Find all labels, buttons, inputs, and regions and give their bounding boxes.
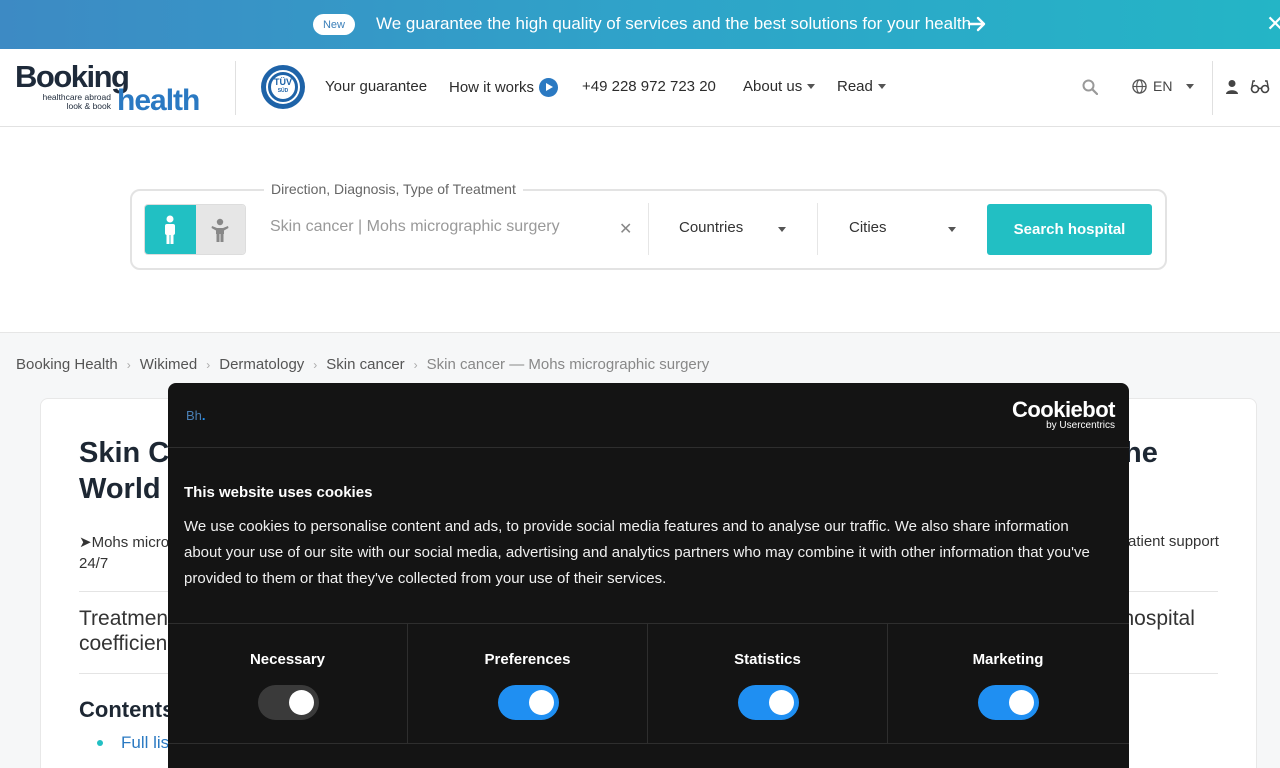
nav-read[interactable]: Read	[837, 78, 886, 95]
intro-text-line2: 24/7	[79, 555, 109, 572]
breadcrumb-current: Skin cancer — Mohs micrographic surgery	[426, 356, 710, 373]
booking-health-logo[interactable]: Booking healthcare abroad look & book hea…	[15, 59, 215, 119]
adult-icon	[165, 215, 176, 244]
child-toggle[interactable]	[195, 205, 245, 254]
caret-down-icon	[807, 84, 816, 89]
divider	[168, 447, 1129, 448]
category-marketing: Marketing	[888, 624, 1128, 744]
nav-about-us[interactable]: About us	[743, 78, 816, 95]
divider	[648, 203, 649, 255]
nav-how-it-works[interactable]: How it works	[449, 78, 559, 97]
caret-down-icon	[778, 227, 786, 232]
tuv-badge[interactable]: TÜV SÜD	[261, 65, 305, 109]
nav-your-guarantee[interactable]: Your guarantee	[325, 78, 427, 95]
cookie-consent-dialog: Bh. Cookiebot by Usercentrics This websi…	[168, 383, 1129, 768]
category-necessary: Necessary	[168, 624, 408, 744]
intro-text: ➤Mohs micro	[79, 534, 170, 551]
intro-text-end: atient support	[1128, 533, 1219, 550]
caret-down-icon	[1186, 83, 1195, 89]
banner-text[interactable]: We guarantee the high quality of service…	[376, 14, 971, 34]
cookiebot-logo[interactable]: Cookiebot by Usercentrics	[1003, 397, 1116, 431]
divider	[235, 61, 236, 115]
search-icon[interactable]	[1082, 79, 1098, 95]
adult-toggle[interactable]	[145, 205, 196, 254]
treatment-text-line2: coefficien	[79, 632, 168, 655]
language-selector[interactable]: EN	[1132, 78, 1195, 94]
statistics-toggle[interactable]	[738, 685, 799, 720]
breadcrumb: Booking Health › Wikimed › Dermatology ›…	[16, 356, 709, 373]
chevron-right-icon: ›	[413, 357, 418, 372]
page-title-end: he	[1124, 437, 1158, 469]
category-statistics: Statistics	[648, 624, 888, 744]
glasses-icon[interactable]	[1250, 79, 1270, 95]
treatment-text: Treatmen	[79, 607, 169, 630]
countries-select[interactable]: Countries	[679, 219, 789, 236]
divider	[1212, 61, 1213, 115]
breadcrumb-item[interactable]: Skin cancer	[326, 356, 404, 373]
play-icon	[539, 78, 559, 97]
category-preferences: Preferences	[408, 624, 648, 744]
preferences-toggle[interactable]	[498, 685, 559, 720]
bullet-icon	[97, 740, 103, 746]
announcement-banner[interactable]: New We guarantee the high quality of ser…	[0, 0, 1280, 49]
marketing-toggle[interactable]	[978, 685, 1039, 720]
caret-down-icon	[948, 227, 956, 232]
user-icon[interactable]	[1224, 79, 1240, 95]
chevron-right-icon: ›	[206, 357, 211, 372]
child-icon	[211, 218, 229, 242]
search-hospital-button[interactable]: Search hospital	[987, 204, 1152, 255]
bh-logo: Bh.	[186, 408, 206, 423]
page-title-line2: World	[79, 473, 161, 505]
breadcrumb-item[interactable]: Dermatology	[219, 356, 304, 373]
globe-icon	[1132, 78, 1147, 94]
divider	[817, 203, 818, 255]
clear-search-icon[interactable]: ✕	[619, 219, 632, 239]
breadcrumb-item[interactable]: Booking Health	[16, 356, 118, 373]
cookie-title: This website uses cookies	[184, 484, 373, 501]
chevron-right-icon: ›	[313, 357, 318, 372]
site-header: Booking healthcare abroad look & book hea…	[0, 49, 1280, 127]
necessary-toggle	[258, 685, 319, 720]
gender-toggle[interactable]	[144, 204, 246, 255]
cities-select[interactable]: Cities	[849, 219, 959, 236]
chevron-right-icon: ›	[126, 357, 131, 372]
divider	[168, 743, 1129, 744]
new-badge: New	[313, 14, 355, 35]
search-legend: Direction, Diagnosis, Type of Treatment	[264, 181, 523, 197]
contents-heading: Contents	[79, 697, 175, 722]
caret-down-icon	[877, 84, 886, 89]
close-icon[interactable]: ✕	[1266, 13, 1280, 35]
breadcrumb-item[interactable]: Wikimed	[140, 356, 198, 373]
arrow-right-icon[interactable]	[966, 13, 988, 35]
cookie-description: We use cookies to personalise content an…	[184, 518, 1090, 587]
nav-phone[interactable]: +49 228 972 723 20	[582, 78, 716, 95]
search-input[interactable]	[270, 218, 610, 236]
contents-link[interactable]: Full lis	[121, 733, 169, 753]
